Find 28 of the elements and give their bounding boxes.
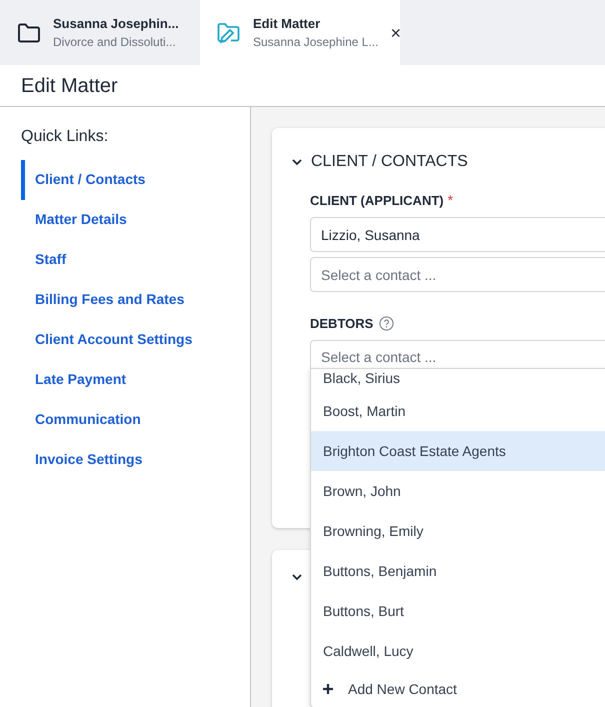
quick-link[interactable]: Invoice Settings <box>21 440 250 480</box>
contact-field[interactable]: Select a contact ... <box>310 257 605 292</box>
chevron-icon[interactable] <box>292 158 302 166</box>
dropdown-option[interactable]: Brighton Coast Estate Agents <box>311 431 605 471</box>
add-contact-button[interactable]: Add New Contact <box>311 671 605 707</box>
section-title: CLIENT / CONTACTS <box>311 152 468 172</box>
sidebar-heading: Quick Links: <box>21 127 110 147</box>
required-mark: * <box>448 191 454 210</box>
page-title: Edit Matter <box>21 74 118 98</box>
plus-icon <box>323 684 333 694</box>
folder-icon <box>17 22 41 42</box>
tab-subtitle: Divorce and Dissoluti... <box>53 34 177 52</box>
field-label: DEBTORS <box>310 315 374 333</box>
tab-title: Susanna Josephin... <box>53 14 179 33</box>
tab-title: Edit Matter <box>253 14 322 33</box>
field-label: CLIENT (APPLICANT) <box>310 192 444 210</box>
client-field[interactable]: Lizzio, Susanna <box>310 217 605 252</box>
quick-link[interactable]: Client Account Settings <box>21 320 250 360</box>
quick-link[interactable]: Late Payment <box>21 360 250 400</box>
folder-pencil-icon <box>217 22 241 44</box>
quick-link[interactable]: Matter Details <box>21 200 250 240</box>
chevron-icon[interactable] <box>292 574 302 581</box>
quick-link[interactable]: Staff <box>21 240 250 280</box>
quick-link[interactable]: Billing Fees and Rates <box>21 280 250 320</box>
quick-link[interactable]: Communication <box>21 400 250 440</box>
dropdown-option[interactable]: Black, Sirius <box>311 369 605 391</box>
tab-subtitle: Susanna Josephine L... <box>253 34 378 52</box>
help-icon[interactable] <box>379 316 394 332</box>
